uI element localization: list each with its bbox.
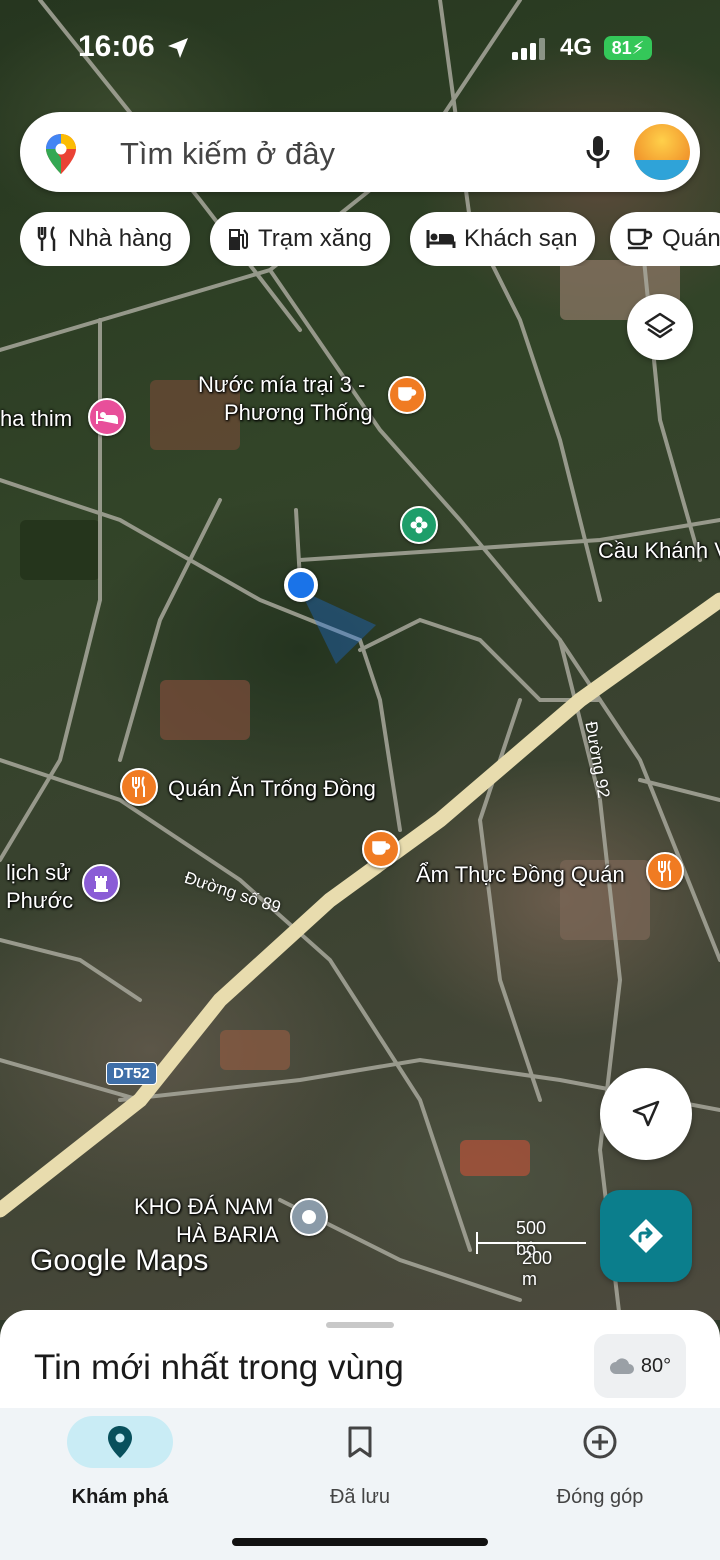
scale-metric: 200 m [522, 1248, 553, 1289]
place-poi-icon[interactable] [290, 1198, 328, 1236]
my-location-dot [284, 568, 318, 602]
directions-icon [629, 1219, 663, 1253]
cafe-poi-icon[interactable] [362, 830, 400, 868]
poi-label-am-thuc[interactable]: Ẩm Thực Đồng Quán [416, 862, 625, 888]
chip-cafes[interactable]: Quán [610, 212, 720, 266]
bookmark-icon [348, 1426, 372, 1458]
restaurant-icon [37, 226, 56, 251]
status-time: 16:06 [78, 30, 155, 63]
hotel-poi-icon[interactable] [88, 398, 126, 436]
poi-label-ha-thim[interactable]: ha thim [0, 406, 72, 432]
landmark-poi-icon[interactable] [82, 864, 120, 902]
cellular-signal-icon [512, 38, 545, 60]
home-indicator [232, 1538, 488, 1546]
google-maps-pin-icon [46, 134, 76, 174]
road-shield-dt52: DT52 [106, 1062, 157, 1085]
chip-hotels[interactable]: Khách sạn [410, 212, 596, 266]
poi-label-kho-da[interactable]: KHO ĐÁ NAM [134, 1194, 273, 1220]
poi-label-nuoc-mia-2[interactable]: Phương Thống [224, 400, 373, 426]
restaurant-poi-icon[interactable] [120, 768, 158, 806]
sheet-grabber[interactable] [326, 1322, 394, 1328]
tab-explore-label: Khám phá [71, 1486, 169, 1508]
search-bar[interactable]: Tìm kiếm ở đây [20, 112, 700, 192]
scale-tick [476, 1232, 478, 1254]
tab-saved-label: Đã lưu [329, 1486, 391, 1508]
navigation-arrow-icon [632, 1100, 660, 1127]
poi-label-lich-su[interactable]: lịch sử [6, 860, 71, 886]
poi-label-nuoc-mia[interactable]: Nước mía trại 3 - [198, 372, 365, 398]
scale-bar [476, 1242, 586, 1244]
battery-level: 81 [611, 38, 632, 58]
directions-button[interactable] [600, 1190, 692, 1282]
battery-indicator: 81⚡ [604, 36, 652, 60]
cafe-icon [627, 228, 653, 250]
account-avatar[interactable] [634, 124, 690, 180]
tab-explore[interactable]: Khám phá [0, 1416, 240, 1526]
mic-icon[interactable] [584, 134, 612, 170]
network-type: 4G [560, 34, 593, 61]
category-chips: Nhà hàng Trạm xăng Khách sạn Quán [20, 212, 720, 266]
gas-station-icon [229, 229, 248, 250]
layers-icon [644, 312, 676, 339]
search-input[interactable]: Tìm kiếm ở đây [120, 136, 335, 172]
charging-icon: ⚡ [631, 38, 645, 58]
tab-saved-pill [307, 1416, 413, 1468]
park-poi-icon[interactable] [400, 506, 438, 544]
weather-temperature: 80° [640, 1354, 672, 1377]
poi-label-quan-an[interactable]: Quán Ăn Trống Đồng [168, 776, 376, 802]
tab-contribute-pill [547, 1416, 653, 1468]
tab-explore-pill [67, 1416, 173, 1468]
add-circle-icon [583, 1425, 617, 1459]
chip-label: Nhà hàng [68, 225, 173, 252]
location-arrow-icon [168, 38, 188, 58]
tab-contribute-label: Đóng góp [556, 1486, 644, 1508]
location-pin-icon [108, 1426, 132, 1458]
chip-label: Khách sạn [464, 225, 578, 252]
chip-restaurants[interactable]: Nhà hàng [20, 212, 191, 266]
place-label-cau-khanh[interactable]: Cầu Khánh V [598, 538, 720, 564]
chip-label: Trạm xăng [258, 225, 372, 252]
tab-saved[interactable]: Đã lưu [240, 1416, 480, 1526]
my-location-button[interactable] [600, 1068, 692, 1160]
cloud-icon [609, 1358, 634, 1374]
tab-contribute[interactable]: Đóng góp [480, 1416, 720, 1526]
status-bar: 16:06 4G 81⚡ [0, 0, 720, 100]
poi-label-phuoc[interactable]: Phước [6, 888, 73, 914]
cafe-poi-icon[interactable] [388, 376, 426, 414]
chip-label: Quán [662, 225, 720, 252]
sheet-title: Tin mới nhất trong vùng [34, 1348, 404, 1387]
chip-gas-stations[interactable]: Trạm xăng [210, 212, 390, 266]
restaurant-poi-icon[interactable] [646, 852, 684, 890]
google-maps-attribution: Google Maps [30, 1244, 209, 1277]
weather-badge[interactable]: 80° [594, 1334, 686, 1398]
layers-button[interactable] [627, 294, 693, 360]
hotel-icon [426, 230, 456, 248]
